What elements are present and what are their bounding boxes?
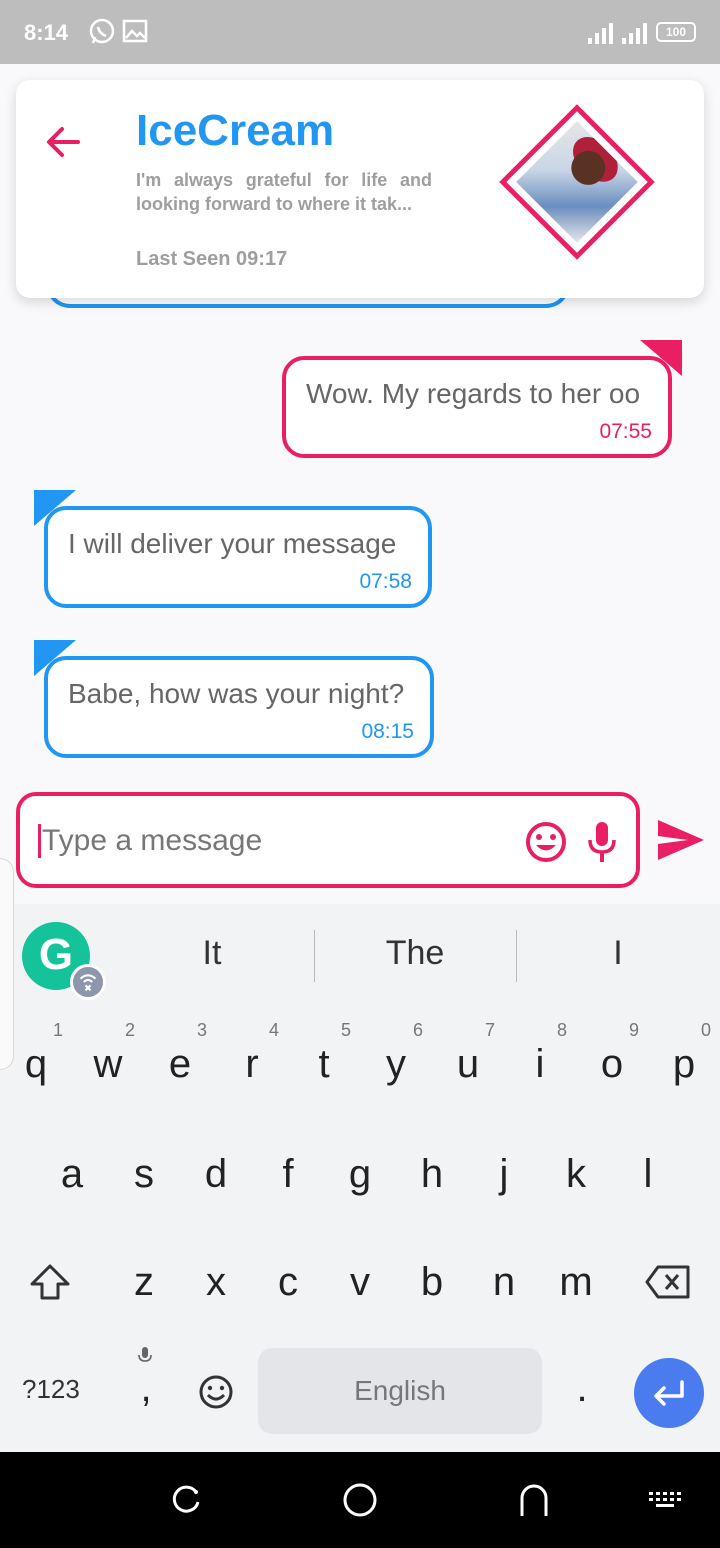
contact-name[interactable]: IceCream [136,106,334,156]
contact-status: I'm always grateful for life and looking… [136,170,432,214]
last-seen: Last Seen 09:17 [136,248,288,270]
suggestion-2[interactable]: The [315,934,515,973]
message-placeholder: Type a message [42,824,263,857]
side-panel-handle[interactable] [0,858,14,1070]
status-bar: 8:14 100 [0,0,720,64]
arrow-left-icon[interactable] [42,120,86,164]
key-hint: 0 [700,1020,711,1040]
key-n[interactable]: n [474,1260,534,1305]
key-y[interactable]: y [366,1042,426,1087]
shift-icon[interactable] [28,1262,72,1302]
key-i[interactable]: i [510,1042,570,1087]
key-k[interactable]: k [546,1152,606,1197]
suggestion-divider [516,930,517,982]
comma-key[interactable]: , [116,1366,176,1411]
signal-icon [588,23,613,44]
key-hint: 9 [628,1020,639,1040]
space-key[interactable]: English [258,1348,542,1434]
key-c[interactable]: c [258,1260,318,1305]
period-key[interactable]: . [552,1366,612,1411]
signal-icon [622,23,647,44]
message-input[interactable]: Type a message [16,792,640,888]
key-hint: 4 [268,1020,279,1040]
message-time: 07:58 [359,570,412,593]
back-icon[interactable] [514,1480,554,1520]
navigation-bar [0,1452,720,1548]
key-r[interactable]: r [222,1042,282,1087]
key-o[interactable]: o [582,1042,642,1087]
key-j[interactable]: j [474,1152,534,1197]
smiley-icon[interactable] [524,820,568,864]
key-b[interactable]: b [402,1260,462,1305]
key-q[interactable]: q [6,1042,66,1087]
emoji-key-icon[interactable] [198,1374,234,1410]
key-hint: 5 [340,1020,351,1040]
key-hint: 1 [52,1020,63,1040]
chat-header: IceCream I'm always grateful for life an… [16,80,704,298]
key-g[interactable]: g [330,1152,390,1197]
symbols-key[interactable]: ?123 [22,1374,80,1405]
keyboard-mic-icon [138,1347,152,1362]
keyboard-switch-icon[interactable] [646,1480,686,1520]
key-hint: 8 [556,1020,567,1040]
message-bubble-incoming[interactable]: I will deliver your message 07:58 [44,506,432,608]
key-hint: 7 [484,1020,495,1040]
message-bubble-outgoing[interactable]: Wow. My regards to her oo 07:55 [282,356,672,458]
message-text: Wow. My regards to her oo [306,378,641,409]
key-hint: 6 [412,1020,423,1040]
key-hint: 2 [124,1020,135,1040]
enter-key[interactable] [634,1358,704,1428]
recent-apps-icon[interactable] [166,1480,206,1520]
suggestion-1[interactable]: It [112,934,312,973]
grammarly-status-icon [70,964,106,1000]
key-d[interactable]: d [186,1152,246,1197]
contact-avatar[interactable] [499,104,655,260]
keyboard: G It The I 1 q 2 w 3 e 4 r 5 t 6 y 7 u 8… [0,904,720,1452]
backspace-icon[interactable] [644,1264,692,1300]
message-text: Babe, how was your night? [68,678,405,709]
status-time: 8:14 [24,20,69,45]
message-bubble-incoming[interactable]: Babe, how was your night? 08:15 [44,656,434,758]
enter-arrow-icon [654,1380,684,1406]
message-time: 07:55 [599,420,652,443]
key-w[interactable]: w [78,1042,138,1087]
key-p[interactable]: p [654,1042,714,1087]
key-s[interactable]: s [114,1152,174,1197]
key-hint: 3 [196,1020,207,1040]
key-x[interactable]: x [186,1260,246,1305]
microphone-icon[interactable] [586,820,618,864]
key-u[interactable]: u [438,1042,498,1087]
message-time: 08:15 [361,720,414,743]
message-text: I will deliver your message [68,528,397,559]
key-v[interactable]: v [330,1260,390,1305]
key-z[interactable]: z [114,1260,174,1305]
key-e[interactable]: e [150,1042,210,1087]
key-t[interactable]: t [294,1042,354,1087]
gallery-icon [122,19,148,43]
key-h[interactable]: h [402,1152,462,1197]
send-icon[interactable] [656,818,706,862]
battery-icon: 100 [656,22,696,42]
key-l[interactable]: l [618,1152,678,1197]
whatsapp-icon [89,18,115,44]
key-a[interactable]: a [42,1152,102,1197]
home-icon[interactable] [340,1480,380,1520]
key-m[interactable]: m [546,1260,606,1305]
text-cursor [38,824,41,858]
suggestion-3[interactable]: I [518,934,718,973]
key-f[interactable]: f [258,1152,318,1197]
